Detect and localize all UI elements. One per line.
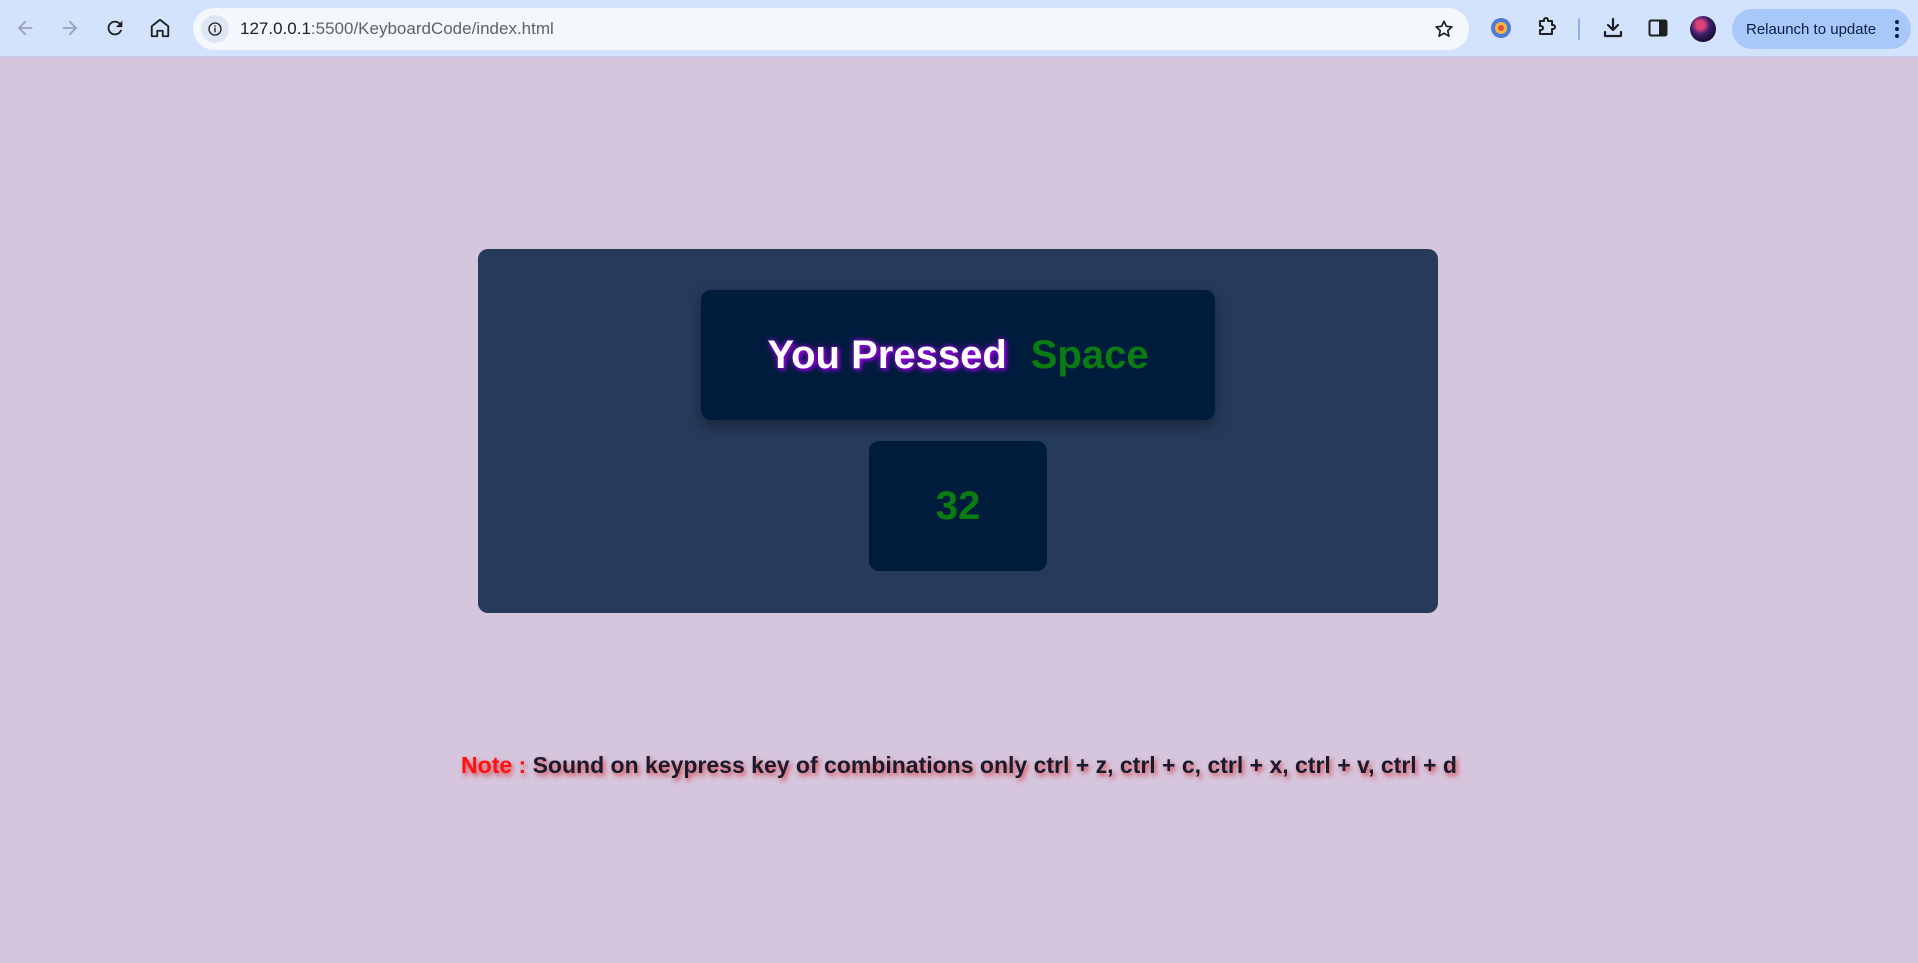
- back-arrow-icon: [17, 20, 33, 36]
- url-host: 127.0.0.1: [240, 19, 311, 38]
- home-icon: [150, 18, 170, 38]
- pressed-key-name: Space: [1030, 332, 1149, 377]
- site-info-icon[interactable]: [201, 15, 229, 43]
- forward-arrow-icon: [62, 20, 78, 36]
- bookmark-star-icon[interactable]: [1433, 18, 1455, 40]
- side-panel-icon[interactable]: [1645, 15, 1671, 41]
- browser-toolbar: 127.0.0.1:5500/KeyboardCode/index.html R…: [0, 0, 1918, 57]
- toolbar-divider: [1578, 18, 1580, 40]
- note-body: Sound on keypress key of combinations on…: [532, 752, 1457, 778]
- url-path: :5500/KeyboardCode/index.html: [310, 19, 554, 38]
- reload-button[interactable]: [98, 11, 132, 45]
- url-text[interactable]: 127.0.0.1:5500/KeyboardCode/index.html: [240, 19, 554, 39]
- address-bar[interactable]: 127.0.0.1:5500/KeyboardCode/index.html: [193, 8, 1469, 50]
- profile-avatar[interactable]: [1690, 16, 1716, 42]
- home-button[interactable]: [143, 11, 177, 45]
- reload-icon: [107, 20, 123, 36]
- puzzle-icon[interactable]: [1534, 15, 1560, 41]
- key-code-box: 32: [869, 441, 1047, 571]
- pressed-label: You Pressed: [767, 332, 1007, 377]
- extension-icon[interactable]: [1488, 15, 1514, 41]
- note-prefix: Note :: [461, 752, 527, 778]
- forward-button[interactable]: [53, 11, 87, 45]
- pressed-key-box: You Pressed Space: [701, 290, 1215, 420]
- back-button[interactable]: [8, 11, 42, 45]
- note-text: Note : Sound on keypress key of combinat…: [0, 752, 1918, 779]
- relaunch-label: Relaunch to update: [1746, 20, 1877, 38]
- key-code-value: 32: [935, 483, 981, 528]
- more-menu-icon[interactable]: [1895, 19, 1899, 39]
- download-icon[interactable]: [1600, 15, 1626, 41]
- relaunch-button[interactable]: Relaunch to update: [1732, 9, 1911, 49]
